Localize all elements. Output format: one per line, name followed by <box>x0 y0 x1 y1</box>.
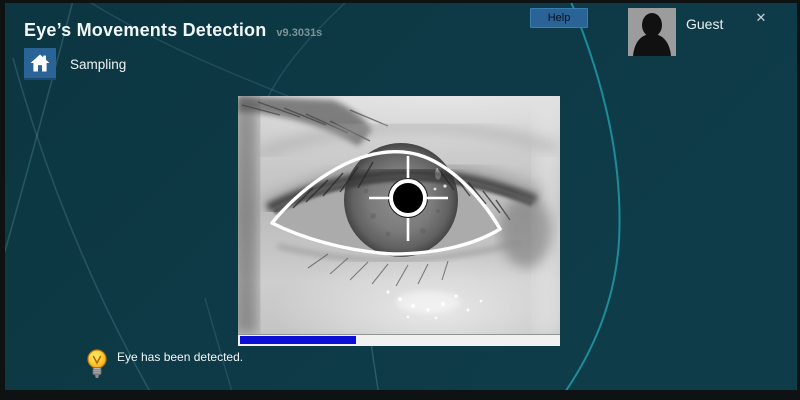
app-header: Eye’s Movements Detection v9.3031s <box>24 20 322 41</box>
home-icon <box>30 53 50 73</box>
camera-view <box>238 96 560 335</box>
eye-image <box>238 96 560 334</box>
section-label[interactable]: Sampling <box>70 57 126 72</box>
app-version: v9.3031s <box>276 27 322 39</box>
home-button[interactable] <box>24 48 56 80</box>
window-frame: Eye’s Movements Detection v9.3031s Help … <box>0 0 800 400</box>
app-title: Eye’s Movements Detection <box>24 20 266 41</box>
user-silhouette-icon <box>628 8 676 56</box>
help-button[interactable]: Help <box>530 8 588 28</box>
status-message: Eye has been detected. <box>117 348 243 364</box>
user-name-label: Guest <box>686 16 723 32</box>
close-button[interactable]: ✕ <box>750 8 772 28</box>
close-icon: ✕ <box>756 11 767 26</box>
app-background: Eye’s Movements Detection v9.3031s Help … <box>5 3 797 390</box>
light-bulb-icon <box>86 348 108 382</box>
progress-fill <box>240 336 356 344</box>
user-avatar[interactable] <box>628 8 676 56</box>
status-row: Eye has been detected. <box>86 348 243 382</box>
progress-bar <box>238 335 560 346</box>
nav-sampling: Sampling <box>24 48 126 80</box>
